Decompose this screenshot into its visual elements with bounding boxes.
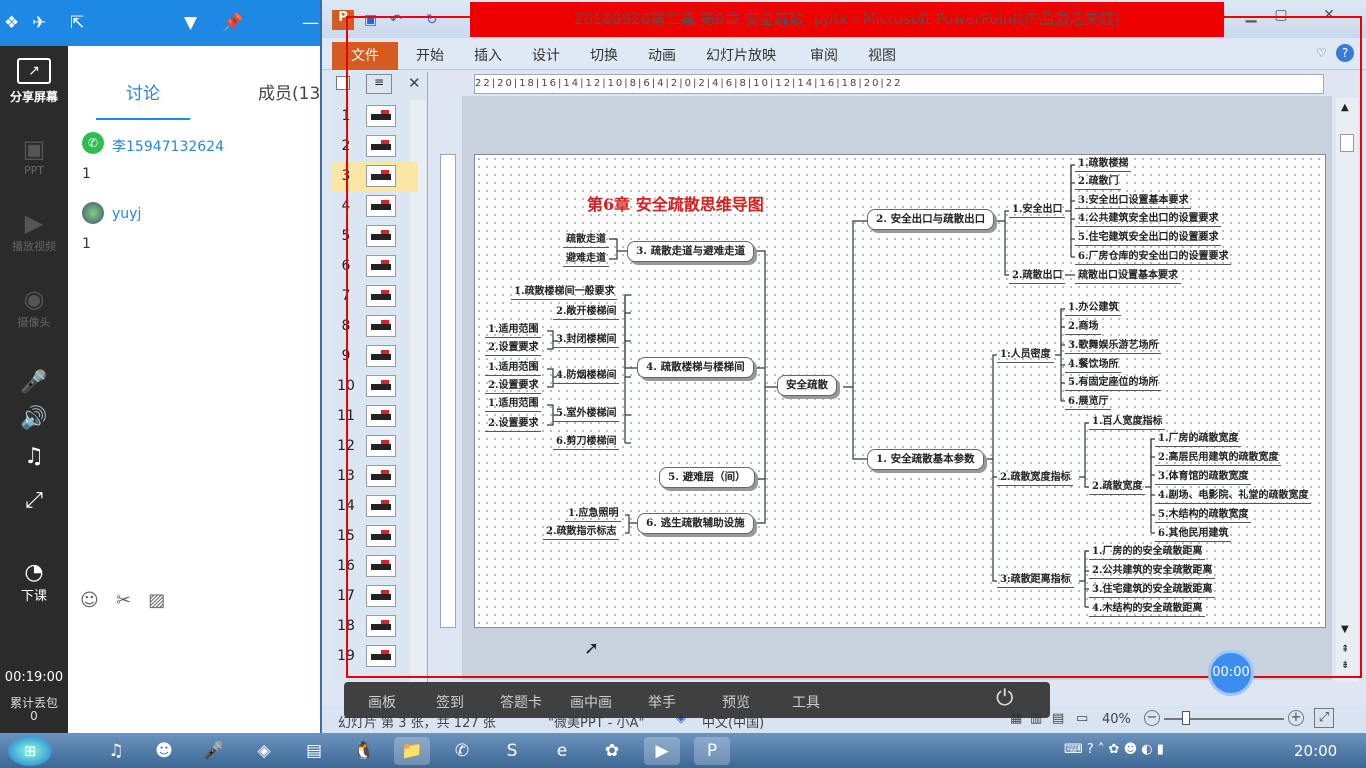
share-icon: ↗ bbox=[17, 58, 51, 84]
media-app-icon[interactable]: ▤ bbox=[296, 737, 332, 765]
sogou-icon[interactable]: S bbox=[494, 737, 530, 765]
zoom-level[interactable]: 40% bbox=[1102, 712, 1131, 727]
scissors-icon[interactable]: ✂ bbox=[116, 590, 131, 611]
ie-icon[interactable]: e bbox=[544, 737, 580, 765]
zoom-out-icon[interactable]: − bbox=[1144, 710, 1160, 726]
recording-timer[interactable]: 00:00 bbox=[1208, 650, 1254, 696]
image-icon[interactable]: ▨ bbox=[148, 590, 165, 611]
share-screen-button[interactable]: ↗ 分享屏幕 bbox=[0, 52, 68, 116]
packet-loss-value: 0 bbox=[30, 709, 38, 723]
qq-icon[interactable]: 🐧 bbox=[346, 737, 382, 765]
camera-button[interactable]: ◉ 摄像头 bbox=[0, 284, 68, 330]
screen-share-frame bbox=[346, 16, 1362, 678]
zoom-in-icon[interactable]: + bbox=[1288, 710, 1304, 726]
start-button[interactable]: ⊞ bbox=[8, 736, 52, 766]
share-label: 分享屏幕 bbox=[9, 90, 58, 104]
ppt-label: PPT bbox=[24, 164, 44, 177]
game-icon[interactable]: ☻ bbox=[146, 737, 182, 765]
ppt-icon: ▣ bbox=[22, 135, 46, 163]
music-icon[interactable]: ♫ bbox=[0, 444, 68, 469]
tab-indicator bbox=[96, 118, 190, 120]
picture-in-picture-button[interactable]: 画中画 bbox=[570, 692, 612, 712]
avatar bbox=[82, 202, 104, 224]
emoji-icon[interactable]: ☺ bbox=[80, 590, 99, 611]
power-icon[interactable]: ⏻ bbox=[996, 686, 1013, 711]
karaoke-icon[interactable]: 🎤 bbox=[196, 737, 232, 765]
play-video-button[interactable]: ▶ 播放视频 bbox=[0, 208, 68, 254]
zoom-slider-thumb[interactable] bbox=[1182, 711, 1190, 725]
reading-view-icon[interactable]: ▤ bbox=[1052, 711, 1064, 726]
wechat-avatar-icon: ✆ bbox=[82, 132, 104, 154]
message-body: 1 bbox=[82, 236, 91, 252]
video-label: 播放视频 bbox=[12, 240, 56, 253]
answer-card-button[interactable]: 答题卡 bbox=[500, 692, 542, 712]
video-icon: ▶ bbox=[24, 209, 44, 237]
logo-icon: ❖ bbox=[4, 13, 20, 33]
tab-discuss[interactable]: 讨论 bbox=[126, 82, 160, 106]
raise-hand-button[interactable]: 举手 bbox=[648, 692, 676, 712]
microphone-icon[interactable]: 🎤 bbox=[0, 370, 68, 395]
explorer-icon[interactable]: 📁 bbox=[394, 737, 430, 765]
end-class-icon: ◔ bbox=[24, 560, 44, 585]
slideshow-view-icon[interactable]: ▭ bbox=[1076, 711, 1088, 726]
tab-members[interactable]: 成员(13 bbox=[258, 82, 320, 106]
fullscreen-icon[interactable]: ⤢ bbox=[0, 488, 68, 513]
network-app-icon[interactable]: ◈ bbox=[246, 737, 282, 765]
mouse-cursor-icon: ➚ bbox=[584, 638, 600, 659]
preview-button[interactable]: 预览 bbox=[722, 692, 750, 712]
message-author: 李15947132624 bbox=[112, 139, 224, 155]
minimize-icon[interactable]: — bbox=[302, 13, 319, 33]
ppt-button[interactable]: ▣ PPT bbox=[0, 134, 68, 177]
sign-in-button[interactable]: 签到 bbox=[436, 692, 464, 712]
teaching-toolbar: 画板 签到 答题卡 画中画 举手 预览 工具 ⏻ bbox=[344, 682, 1050, 718]
live-class-app-icon[interactable]: ▶ bbox=[644, 737, 680, 765]
airplane-icon[interactable]: ✈ bbox=[32, 13, 46, 33]
tray-icons[interactable]: ⌨ ? ˄ ✿ ☻ ◐ ▮ bbox=[1064, 742, 1164, 757]
whiteboard-button[interactable]: 画板 bbox=[368, 692, 396, 712]
camera-label: 摄像头 bbox=[17, 316, 51, 329]
clock: 20:00 bbox=[1294, 742, 1338, 760]
chat-toolbar: ☺ ✂ ▨ bbox=[80, 590, 165, 611]
top-bar bbox=[0, 0, 320, 46]
camera-icon: ◉ bbox=[23, 285, 45, 313]
itunes-icon[interactable]: ♫ bbox=[98, 737, 134, 765]
wechat-icon[interactable]: ✆ bbox=[444, 737, 480, 765]
message-body: 1 bbox=[82, 166, 91, 182]
app-icon[interactable]: ✿ bbox=[594, 737, 630, 765]
fit-slide-icon[interactable]: ⤢ bbox=[1314, 708, 1334, 728]
chevron-down-icon[interactable]: ▼ bbox=[184, 13, 197, 33]
share-out-icon[interactable]: ⇱ bbox=[70, 13, 84, 33]
end-class-label: 下课 bbox=[20, 589, 47, 604]
end-class-button[interactable]: ◔ 下课 bbox=[0, 560, 68, 604]
message-author: yuyj bbox=[112, 206, 142, 222]
pin-icon[interactable]: 📌 bbox=[222, 13, 243, 33]
tools-button[interactable]: 工具 bbox=[792, 692, 820, 712]
speaker-icon[interactable]: 🔊 bbox=[0, 406, 68, 431]
powerpoint-taskbar-icon[interactable]: P bbox=[694, 737, 730, 765]
class-timer: 00:19:00 bbox=[4, 670, 64, 685]
